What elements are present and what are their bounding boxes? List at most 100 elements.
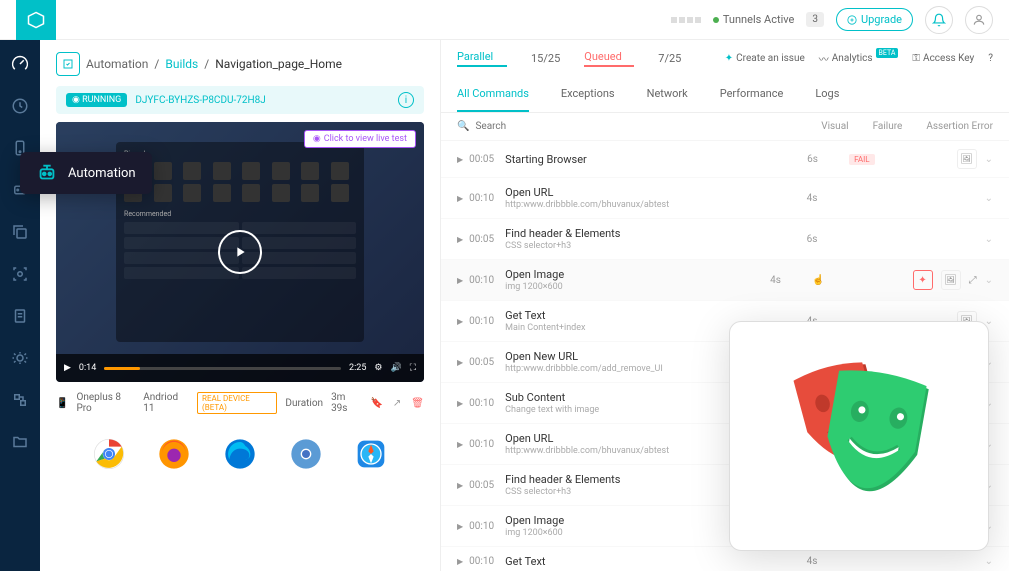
tunnels-count: 3 <box>806 12 824 27</box>
expand-icon[interactable]: ⤢ <box>969 275 977 286</box>
bug-icon[interactable]: ✦ <box>913 270 933 290</box>
chevron-down-icon[interactable]: ⌄ <box>985 556 993 567</box>
tab-logs[interactable]: Logs <box>815 77 839 112</box>
safari-icon[interactable] <box>355 438 387 470</box>
sidebar-bug-icon[interactable] <box>8 346 32 370</box>
sidebar-folder-icon[interactable] <box>8 430 32 454</box>
robot-icon <box>36 162 58 184</box>
help-icon[interactable]: ? <box>988 53 993 64</box>
duration-label: Duration <box>285 398 323 409</box>
sidebar-history-icon[interactable] <box>8 94 32 118</box>
play-icon[interactable]: ▶ <box>457 399 463 408</box>
play-button[interactable] <box>218 230 262 274</box>
command-title: Open Image <box>505 268 770 281</box>
fullscreen-icon[interactable]: ⛶ <box>410 363 416 373</box>
breadcrumb-root[interactable]: Automation <box>86 57 148 71</box>
command-time: 00:10 <box>469 275 505 286</box>
upgrade-button[interactable]: Upgrade <box>836 8 913 31</box>
chromium-icon[interactable] <box>290 438 322 470</box>
play-icon[interactable]: ▶ <box>457 276 463 285</box>
breadcrumb: Automation / Builds / Navigation_page_Ho… <box>56 52 424 76</box>
access-key-button[interactable]: ⚿ Access Key <box>912 53 974 64</box>
chevron-down-icon[interactable]: ⌄ <box>985 275 993 286</box>
parallel-value: 15/25 <box>531 52 560 65</box>
sidebar-dashboard-icon[interactable] <box>8 52 32 76</box>
current-time: 0:14 <box>79 363 96 373</box>
sidebar-copy-icon[interactable] <box>8 220 32 244</box>
command-subtitle: CSS selector+h3 <box>505 241 806 251</box>
col-assertion: Assertion Error <box>926 121 993 132</box>
chrome-icon[interactable] <box>93 438 125 470</box>
analytics-button[interactable]: 〰 AnalyticsBETA <box>819 51 899 66</box>
sidebar-scan-icon[interactable] <box>8 262 32 286</box>
mask-illustration-card <box>729 321 989 551</box>
tab-exceptions[interactable]: Exceptions <box>561 77 615 112</box>
play-icon[interactable]: ▶ <box>457 194 463 203</box>
browser-icons <box>56 438 424 470</box>
command-row[interactable]: ▶00:10Open Imageimg 1200×6004s☝✦🖼⤢⌄ <box>441 260 1009 301</box>
play-icon[interactable]: ▶ <box>457 317 463 326</box>
search-input[interactable] <box>475 121 821 132</box>
play-icon[interactable]: ▶ <box>457 522 463 531</box>
logo[interactable] <box>16 0 56 40</box>
col-failure: Failure <box>873 121 903 132</box>
tab-network[interactable]: Network <box>647 77 688 112</box>
video-controls: ▶ 0:14 2:25 ⚙ 🔊 ⛶ <box>56 354 424 382</box>
play-icon[interactable]: ▶ <box>457 440 463 449</box>
grid-icon[interactable] <box>671 17 701 23</box>
pinned-label: Pinned <box>124 150 356 158</box>
tab-all-commands[interactable]: All Commands <box>457 77 529 112</box>
chevron-down-icon[interactable]: ⌄ <box>985 154 993 165</box>
running-id: DJYFC-BYHZS-P8CDU-72H8J <box>135 95 265 106</box>
volume-icon[interactable]: 🔊 <box>390 363 401 373</box>
command-title: Starting Browser <box>505 153 807 166</box>
command-subtitle: http:www.dribbble.com/bhuvanux/abtest <box>505 200 806 210</box>
play-icon[interactable]: ▶ <box>457 358 463 367</box>
command-time: 00:05 <box>469 234 505 245</box>
delete-icon[interactable]: 🗑 <box>411 398 424 409</box>
os-name: Andriod 11 <box>143 392 189 414</box>
fail-badge: FAIL <box>849 154 874 165</box>
total-time: 2:25 <box>349 363 366 373</box>
chevron-down-icon[interactable]: ⌄ <box>985 193 993 204</box>
breadcrumb-icon[interactable] <box>56 52 80 76</box>
queued-value: 7/25 <box>658 52 681 65</box>
device-name: Oneplus 8 Pro <box>76 392 135 414</box>
device-badge: REAL DEVICE (BETA) <box>197 392 277 414</box>
info-icon[interactable]: i <box>398 92 414 108</box>
command-row[interactable]: ▶00:10Open URLhttp:www.dribbble.com/bhuv… <box>441 178 1009 219</box>
cursor-icon: ☝ <box>812 275 824 286</box>
sidebar-doc-icon[interactable] <box>8 304 32 328</box>
image-icon[interactable]: 🖼 <box>941 270 961 290</box>
play-icon[interactable]: ▶ <box>457 235 463 244</box>
live-test-button[interactable]: ◉ Click to view live test <box>304 130 416 148</box>
play-icon[interactable]: ▶ <box>457 155 463 164</box>
command-duration: 6s <box>807 234 837 245</box>
bookmark-icon[interactable]: 🔖 <box>370 398 382 409</box>
meta-row: 📱 Oneplus 8 Pro Andriod 11 REAL DEVICE (… <box>56 392 424 414</box>
progress-bar[interactable] <box>104 367 341 370</box>
command-time: 00:10 <box>469 439 505 450</box>
create-issue-button[interactable]: ✦ Create an issue <box>725 53 805 64</box>
command-time: 00:10 <box>469 193 505 204</box>
edge-icon[interactable] <box>224 438 256 470</box>
play-icon[interactable]: ▶ <box>457 481 463 490</box>
image-icon[interactable]: 🖼 <box>957 149 977 169</box>
breadcrumb-builds[interactable]: Builds <box>165 57 198 71</box>
bell-icon[interactable] <box>925 6 953 34</box>
firefox-icon[interactable] <box>158 438 190 470</box>
command-duration: 4s <box>770 275 800 286</box>
command-row[interactable]: ▶00:05Starting Browser6sFAIL🖼⌄ <box>441 141 1009 178</box>
tab-performance[interactable]: Performance <box>720 77 784 112</box>
play-icon[interactable]: ▶ <box>64 363 71 373</box>
share-icon[interactable]: ↗ <box>393 398 401 409</box>
parallel-label: Parallel <box>457 50 507 63</box>
running-bar: ◉ RUNNING DJYFC-BYHZS-P8CDU-72H8J i <box>56 86 424 114</box>
breadcrumb-current: Navigation_page_Home <box>215 57 342 71</box>
command-row[interactable]: ▶00:05Find header & ElementsCSS selector… <box>441 219 1009 260</box>
settings-icon[interactable]: ⚙ <box>374 363 382 373</box>
play-icon[interactable]: ▶ <box>457 557 463 566</box>
sidebar-integrations-icon[interactable] <box>8 388 32 412</box>
chevron-down-icon[interactable]: ⌄ <box>985 234 993 245</box>
user-icon[interactable] <box>965 6 993 34</box>
